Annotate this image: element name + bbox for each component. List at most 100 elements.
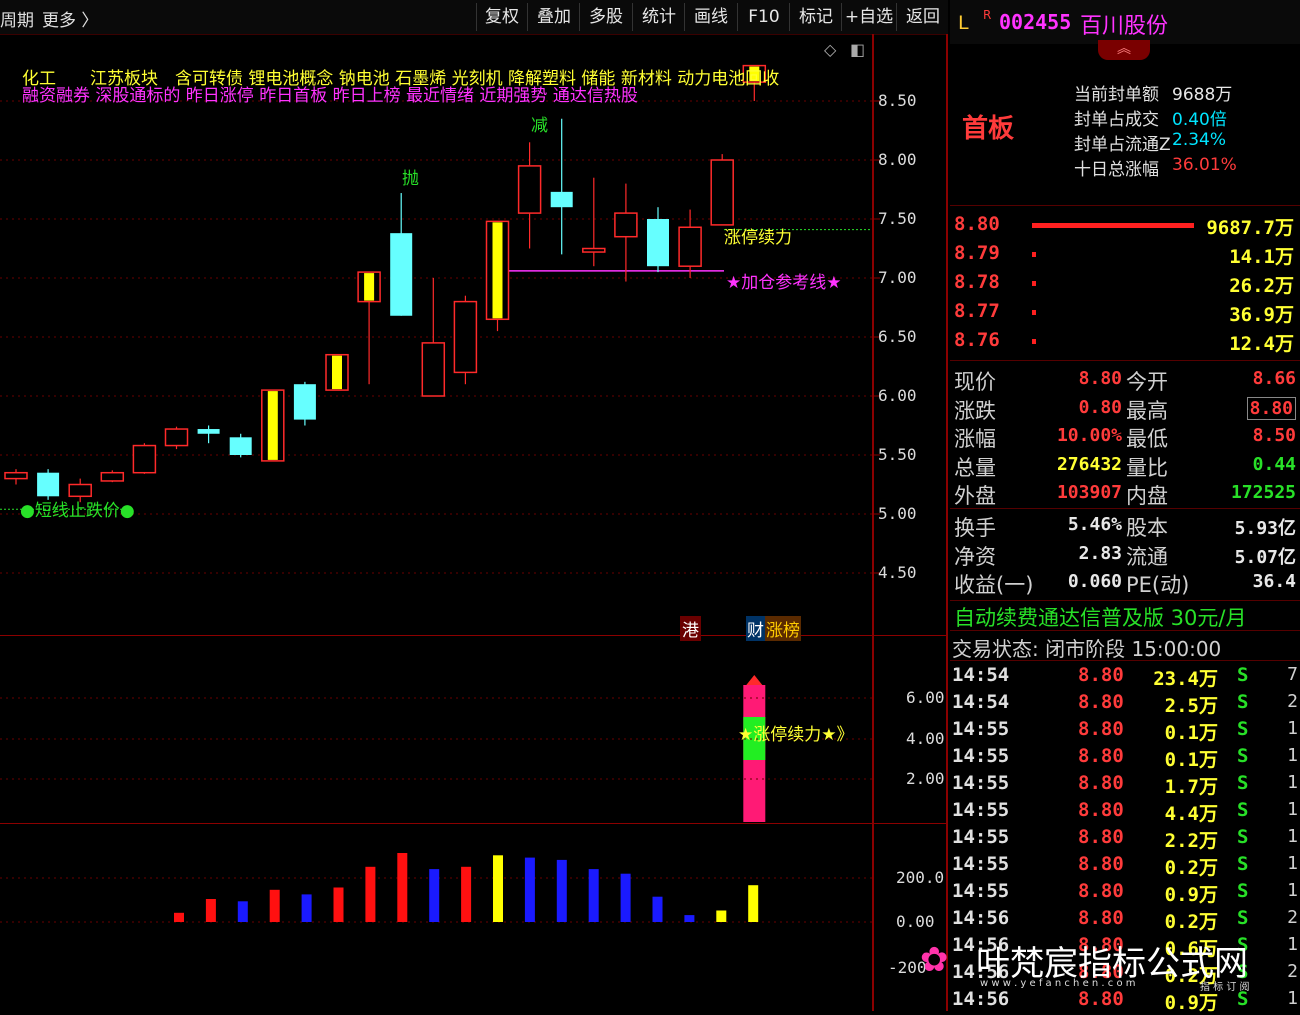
price-tick-label: 8.00 [878,150,917,169]
book-price[interactable]: 8.77 [954,300,1000,322]
stat2-label: 收益(一) [954,573,1034,597]
stat2-label: 净资 [954,544,996,569]
promo-banner[interactable]: 自动续费通达信普及版 30元/月 [954,602,1246,632]
stock-code[interactable]: 002455 [999,10,1071,34]
tick-count: 1 [1287,799,1298,820]
candle-21 [678,209,702,278]
tick-count: 1 [1287,772,1298,793]
watermark-sub: 指 标 订 阅 [1200,982,1250,993]
toolbar-button-2[interactable]: 多股 [579,3,632,31]
tick-count: 2 [1287,691,1298,712]
stat-value: 103907 [1056,482,1122,503]
limit-up-rank-badge[interactable]: 涨榜 [765,616,801,641]
sub2-bar-9 [461,866,472,922]
signal-throw: 抛 [402,169,419,189]
tick-volume: 23.4万 [1153,668,1218,690]
diamond-icon[interactable]: ◇ [824,40,836,59]
candle-18 [582,177,606,267]
sub2-bar-12 [556,859,567,922]
stat2-value: 0.060 [1067,571,1122,592]
stock-name[interactable]: 百川股份 [1080,8,1168,40]
tick-time: 14:54 [952,691,1010,713]
stat-label: 今开 [1126,370,1168,394]
tick-time: 14:55 [952,826,1010,848]
margin-flag: R [983,8,992,22]
more-menu[interactable]: 更多 〉 [42,6,98,31]
candle-6 [197,425,220,444]
sub2-separator [0,823,946,824]
tick-price: 8.80 [1078,772,1124,794]
stat2-value: 5.46% [1067,514,1122,535]
sub2-bar-16 [684,915,695,922]
stat-label: 现价 [954,370,996,394]
stat2-value: 5.07亿 [1234,546,1296,568]
tick-side: S [1237,853,1249,875]
sub2-bar-8 [429,869,440,922]
stat-value: 8.80 [1246,396,1296,420]
toolbar-button-4[interactable]: 画线 [684,3,737,31]
kline-chart[interactable] [0,34,948,1011]
toolbar-button-1[interactable]: 叠加 [527,3,580,31]
candle-20 [647,207,669,273]
book-price[interactable]: 8.80 [954,213,1000,235]
tick-count: 7 [1287,664,1298,685]
toolbar-button-8[interactable]: 返回 [896,3,949,31]
stat2-label: 换手 [954,516,996,540]
book-volume: 36.9万 [1229,304,1294,326]
panel-toggle-icon[interactable]: ◧ [850,40,865,59]
tick-row: 14:55 8.80 0.2万 S 1 [950,853,1300,879]
sub2-bar-10 [493,855,503,922]
stat-label: 涨幅 [954,427,996,451]
seal-label: 当前封单额 [1074,85,1159,105]
tick-count: 1 [1287,718,1298,739]
stat2-label: 股本 [1126,516,1168,540]
finance-badge[interactable]: 财 [746,616,765,641]
toolbar-button-6[interactable]: 标记 [789,3,842,31]
sub2-bar-0 [174,912,184,922]
panel-divider [946,34,948,1011]
book-volume-bar [1032,310,1036,315]
sub2-tick-label: 200.0 [896,868,945,887]
stat-value: 8.66 [1252,368,1296,389]
collapse-chevron-icon[interactable]: ︽ [1098,40,1150,60]
toolbar-button-5[interactable]: F10 [737,3,790,31]
tick-price: 8.80 [1078,745,1124,767]
sub2-bar-4 [301,894,312,922]
toolbar-button-3[interactable]: 统计 [632,3,685,31]
sub2-bar-13 [588,869,599,922]
toolbar-button-7[interactable]: +自选 [841,3,896,31]
stat-value: 0.44 [1252,453,1296,475]
tick-volume: 0.1万 [1164,722,1218,744]
candle-16 [517,142,542,249]
tick-time: 14:54 [952,664,1010,686]
candle-19 [614,183,638,282]
tick-volume: 1.7万 [1164,776,1218,798]
tick-volume: 2.5万 [1164,695,1218,717]
hk-connect-badge[interactable]: 港 [680,616,701,641]
book-volume: 14.1万 [1229,246,1294,268]
tick-volume: 0.2万 [1164,857,1218,879]
tick-volume: 0.2万 [1164,911,1218,933]
tick-price: 8.80 [1078,799,1124,821]
candle-8 [261,389,285,462]
sub2-bar-6 [365,866,376,922]
price-tick-label: 7.50 [878,209,917,228]
book-price[interactable]: 8.78 [954,271,1000,293]
book-volume: 26.2万 [1229,275,1294,297]
limit-up-continue-label: 涨停续力 [724,228,792,248]
candle-5 [164,426,189,450]
book-volume-bar [1032,252,1036,257]
toolbar-button-0[interactable]: 复权 [476,3,527,31]
sub2-bar-7 [397,853,408,922]
book-price[interactable]: 8.76 [954,329,1000,351]
tick-time: 14:55 [952,718,1010,740]
candle-22 [710,154,734,226]
stat-label: 量比 [1126,455,1168,480]
book-volume: 9687.7万 [1206,217,1294,239]
tick-volume: 2.2万 [1164,830,1218,852]
price-tick-label: 6.50 [878,327,917,346]
sub2-bar-11 [524,857,535,922]
book-price[interactable]: 8.79 [954,242,1000,264]
period-menu[interactable]: 周期 [0,6,34,31]
tick-price: 8.80 [1078,853,1124,875]
